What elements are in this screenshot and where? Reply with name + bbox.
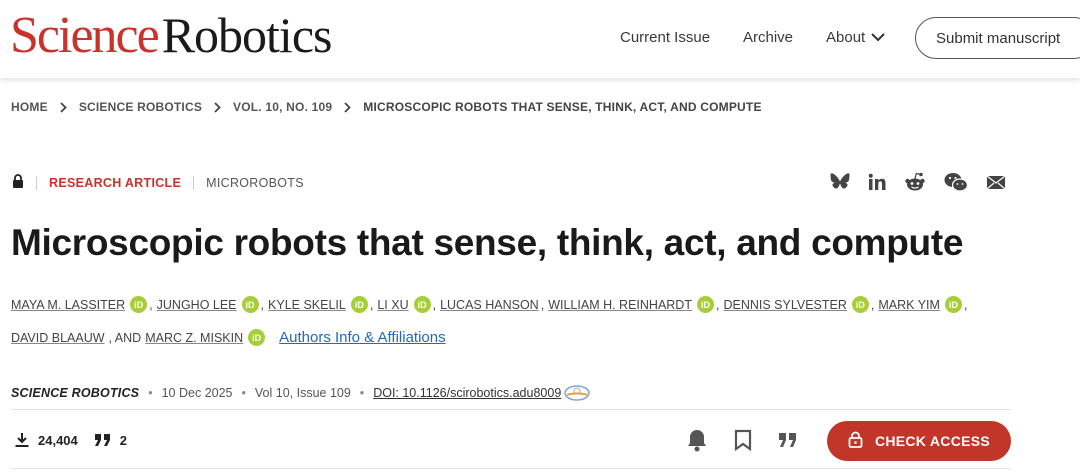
author-link[interactable]: WILLIAM H. REINHARDT [548,298,692,312]
crossmark-icon[interactable] [563,384,591,402]
share-bar [830,172,1006,192]
orcid-icon[interactable]: iD [241,296,259,313]
site-logo[interactable]: Science Robotics [10,6,333,72]
lock-icon [12,174,24,191]
orcid-icon[interactable]: iD [944,296,962,313]
linkedin-icon[interactable] [868,173,886,191]
nav-about[interactable]: About [826,29,885,46]
article-actions [686,428,798,452]
author-link[interactable]: MARC Z. MISKIN [145,331,243,345]
nav-about-label: About [826,29,866,46]
breadcrumb-home[interactable]: HOME [11,100,48,114]
publication-date: 10 Dec 2025 [161,386,233,400]
author-link[interactable]: LI XU [377,298,408,312]
journal-name: SCIENCE ROBOTICS [11,386,140,400]
chevron-right-icon [344,101,352,113]
author-link[interactable]: KYLE SKELIL [268,298,346,312]
site-header: Science Robotics Current Issue Archive A… [0,0,1080,78]
citation-count: 2 [119,432,127,448]
logo-robotics-text: Robotics [161,7,333,63]
author-link[interactable]: MAYA M. LASSITER [11,298,125,312]
authors-affiliations-link[interactable]: Authors Info & Affiliations [279,329,446,346]
nav-archive[interactable]: Archive [743,29,793,46]
quote-icon [94,433,112,447]
chevron-right-icon [60,101,67,113]
bookmark-icon[interactable] [734,429,752,451]
article-meta: RESEARCH ARTICLE MICROROBOTS [12,174,304,191]
reddit-icon[interactable] [904,172,926,192]
article-stats: 24,404 2 [14,432,127,448]
bluesky-icon[interactable] [830,173,850,191]
lock-icon [848,431,863,451]
divider [11,409,1011,410]
article-title: Microscopic robots that sense, think, ac… [11,222,964,263]
email-icon[interactable] [986,175,1006,190]
orcid-icon[interactable]: iD [350,296,368,313]
breadcrumb-issue[interactable]: VOL. 10, NO. 109 [233,100,332,114]
wechat-icon[interactable] [944,172,968,192]
orcid-icon[interactable]: iD [130,296,148,313]
citation-line: SCIENCE ROBOTICS • 10 Dec 2025 • Vol 10,… [11,384,591,402]
chevron-right-icon [214,101,221,113]
author-link[interactable]: DAVID BLAAUW [11,331,105,345]
bell-icon[interactable] [686,428,708,452]
download-icon [14,432,30,448]
submit-manuscript-button[interactable]: Submit manuscript [915,17,1080,59]
orcid-icon[interactable]: iD [413,296,431,313]
orcid-icon[interactable]: iD [248,329,266,346]
author-link[interactable]: DENNIS SYLVESTER [723,298,846,312]
breadcrumb: HOME SCIENCE ROBOTICS VOL. 10, NO. 109 M… [11,100,762,114]
volume-issue: Vol 10, Issue 109 [254,386,351,400]
orcid-icon[interactable]: iD [696,296,714,313]
authors-line-2: DAVID BLAAUW , AND MARC Z. MISKIN iD Aut… [11,329,1011,346]
chevron-down-icon [871,33,885,42]
check-access-label: CHECK ACCESS [874,433,991,449]
article-subject[interactable]: MICROROBOTS [206,176,304,190]
divider [11,468,1011,469]
divider [193,175,195,190]
check-access-button[interactable]: CHECK ACCESS [827,421,1011,461]
orcid-icon[interactable]: iD [851,296,869,313]
doi-link[interactable]: DOI: 10.1126/scirobotics.adu8009 [373,386,561,400]
article-type[interactable]: RESEARCH ARTICLE [49,176,181,190]
logo-science-text: Science [10,7,160,64]
author-link[interactable]: JUNGHO LEE [157,298,237,312]
cite-icon[interactable] [778,432,798,448]
authors-line-1: MAYA M. LASSITER iD , JUNGHO LEE iD , KY… [11,296,968,313]
nav-current-issue[interactable]: Current Issue [620,29,710,46]
authors-and: , AND [108,330,142,345]
download-count: 24,404 [38,432,78,448]
breadcrumb-journal[interactable]: SCIENCE ROBOTICS [79,100,202,114]
author-link[interactable]: LUCAS HANSON [440,298,539,312]
breadcrumb-article: MICROSCOPIC ROBOTS THAT SENSE, THINK, AC… [363,100,762,114]
divider [36,175,37,190]
author-link[interactable]: MARK YIM [878,298,940,312]
